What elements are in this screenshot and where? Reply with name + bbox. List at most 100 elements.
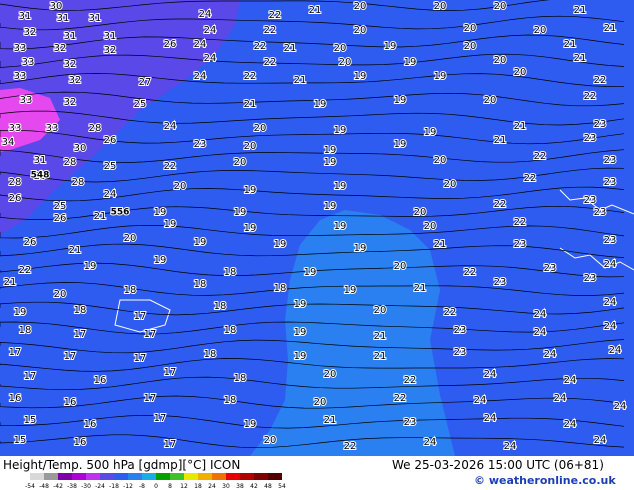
contour-label: 19 (194, 237, 207, 248)
contour-label: 18 (19, 325, 32, 336)
contour-label: 17 (9, 347, 22, 358)
colorbar-tick: 12 (180, 483, 188, 490)
contour-label: 20 (324, 369, 337, 380)
colorbar-tick: 8 (168, 483, 172, 490)
contour-label: 22 (444, 307, 457, 318)
contour-label: 18 (224, 267, 237, 278)
colorbar-swatch (100, 473, 114, 480)
contour-label: 21 (94, 211, 107, 222)
contour-label: 27 (139, 77, 152, 88)
contour-label: 24 (604, 259, 617, 270)
contour-label: 19 (294, 327, 307, 338)
contour-label: 20 (334, 43, 347, 54)
contour-label: 20 (424, 221, 437, 232)
contour-label: 25 (54, 201, 67, 212)
contour-label: 24 (484, 413, 497, 424)
contour-label: 15 (24, 415, 37, 426)
contour-label: 16 (64, 397, 77, 408)
contour-label: 23 (584, 273, 597, 284)
contour-label: 21 (374, 331, 387, 342)
contour-label: 19 (404, 57, 417, 68)
contour-label: 20 (514, 67, 527, 78)
colorbar-tick: 18 (194, 483, 202, 490)
contour-label: 23 (604, 177, 617, 188)
colorbar-tick: -30 (81, 483, 91, 490)
site-credit[interactable]: © weatheronline.co.uk (474, 474, 616, 487)
contour-label: 23 (604, 155, 617, 166)
contour-label: 19 (244, 223, 257, 234)
contour-label: 20 (394, 261, 407, 272)
colorbar-swatches (30, 473, 282, 480)
contour-label: 15 (14, 435, 27, 446)
contour-label: 16 (74, 437, 87, 448)
colorbar-tick: 30 (222, 483, 230, 490)
contour-label: 17 (24, 371, 37, 382)
contour-label: 18 (214, 301, 227, 312)
contour-label: 23 (594, 119, 607, 130)
colorbar-tick: -38 (67, 483, 77, 490)
contour-label: 20 (414, 207, 427, 218)
contour-label: 22 (244, 71, 257, 82)
contour-label: 23 (194, 139, 207, 150)
contour-label: 17 (144, 393, 157, 404)
contour-label: 18 (234, 373, 247, 384)
contour-label: 22 (19, 265, 32, 276)
contour-label: 21 (434, 239, 447, 250)
contour-label: 22 (404, 375, 417, 386)
contour-label: 19 (334, 181, 347, 192)
colorbar-swatch (156, 473, 170, 480)
contour-label: 20 (124, 233, 137, 244)
contour-label: 22 (164, 161, 177, 172)
contour-label: 21 (244, 99, 257, 110)
contour-label: 31 (19, 11, 32, 22)
contour-label: 28 (64, 157, 77, 168)
contour-label: 24 (544, 349, 557, 360)
contour-label: 20 (264, 435, 277, 446)
contour-label: 24 (484, 369, 497, 380)
contour-label: 22 (534, 151, 547, 162)
field-label: Height/Temp. 500 hPa [gdmp][°C] ICON (3, 458, 241, 472)
contour-label: 31 (104, 31, 117, 42)
contour-label: 17 (134, 311, 147, 322)
height-label: 548 (31, 171, 50, 181)
contour-label: 20 (339, 57, 352, 68)
contour-label: 20 (174, 181, 187, 192)
contour-label: 19 (354, 71, 367, 82)
contour-label: 23 (584, 133, 597, 144)
contour-label: 18 (224, 395, 237, 406)
contour-label: 24 (194, 39, 207, 50)
contour-label: 22 (264, 57, 277, 68)
contour-label: 21 (294, 75, 307, 86)
colorbar-tick: -24 (95, 483, 105, 490)
colorbar-swatch (58, 473, 72, 480)
contour-label: 33 (14, 71, 27, 82)
contour-label: 20 (534, 25, 547, 36)
colorbar-swatch (30, 473, 44, 480)
contour-label: 22 (394, 393, 407, 404)
contour-label: 16 (84, 419, 97, 430)
contour-label: 32 (24, 27, 37, 38)
contour-label: 20 (54, 289, 67, 300)
contour-label: 20 (354, 25, 367, 36)
contour-label: 18 (124, 285, 137, 296)
contour-label: 28 (89, 123, 102, 134)
contour-label: 22 (464, 267, 477, 278)
contour-label: 22 (254, 41, 267, 52)
contour-label: 31 (89, 13, 102, 24)
colorbar-swatch (128, 473, 142, 480)
contour-label: 19 (324, 201, 337, 212)
contour-label: 20 (444, 179, 457, 190)
contour-label: 21 (324, 415, 337, 426)
map-footer: Height/Temp. 500 hPa [gdmp][°C] ICON We … (0, 456, 634, 490)
colorbar-swatch (44, 473, 58, 480)
contour-label: 19 (384, 41, 397, 52)
contour-label: 23 (594, 207, 607, 218)
colorbar-swatch (240, 473, 254, 480)
contour-label: 19 (84, 261, 97, 272)
contour-label: 31 (64, 31, 77, 42)
contour-label: 17 (164, 439, 177, 450)
contour-label: 24 (604, 321, 617, 332)
contour-label: 32 (64, 97, 77, 108)
contour-label: 19 (344, 285, 357, 296)
contour-label: 21 (284, 43, 297, 54)
